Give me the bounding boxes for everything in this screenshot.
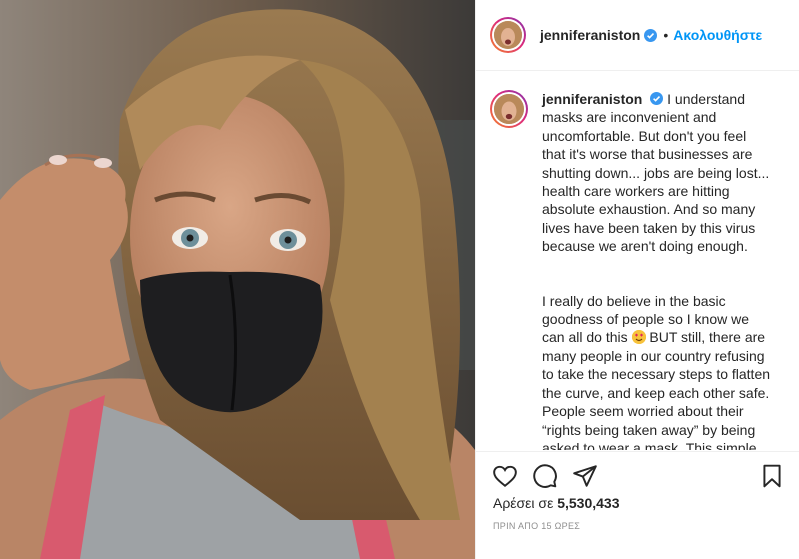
- likes-prefix: Αρέσει σε: [493, 495, 554, 511]
- heart-icon[interactable]: [492, 463, 518, 489]
- header-username[interactable]: jenniferaniston: [540, 27, 640, 43]
- post-header: jenniferaniston • Ακολουθήστε: [476, 0, 799, 71]
- selfie-mask-image: [0, 0, 475, 559]
- verified-badge-icon: [650, 92, 664, 105]
- verified-badge-icon: [644, 28, 658, 42]
- caption-paragraph-2b: BUT still, there are many people in our …: [542, 329, 771, 450]
- caption-text: jenniferaniston I understand masks are i…: [542, 90, 772, 450]
- paper-plane-icon[interactable]: [572, 463, 598, 489]
- caption: jenniferaniston I understand masks are i…: [490, 90, 783, 450]
- caption-avatar[interactable]: [490, 90, 528, 128]
- comment-bubble-icon[interactable]: [532, 463, 558, 489]
- likes-count[interactable]: Αρέσει σε 5,530,433: [493, 495, 620, 511]
- post-side-panel: jenniferaniston • Ακολουθήστε jenniferan…: [475, 0, 799, 559]
- post-photo[interactable]: [0, 0, 475, 559]
- separator-dot: •: [663, 27, 669, 43]
- action-bar: [476, 451, 799, 499]
- follow-button[interactable]: Ακολουθήστε: [673, 27, 762, 43]
- caption-paragraph-1: I understand masks are inconvenient and …: [542, 91, 770, 255]
- heart-eyes-emoji-icon: [631, 330, 646, 345]
- post-timestamp[interactable]: ΠΡΙΝ ΑΠΟ 15 ΩΡΕΣ: [493, 521, 580, 531]
- likes-number[interactable]: 5,530,433: [557, 495, 619, 511]
- comments-section[interactable]: jenniferaniston I understand masks are i…: [476, 72, 799, 450]
- caption-username[interactable]: jenniferaniston: [542, 91, 642, 107]
- bookmark-icon[interactable]: [759, 463, 785, 489]
- header-avatar[interactable]: [490, 17, 526, 53]
